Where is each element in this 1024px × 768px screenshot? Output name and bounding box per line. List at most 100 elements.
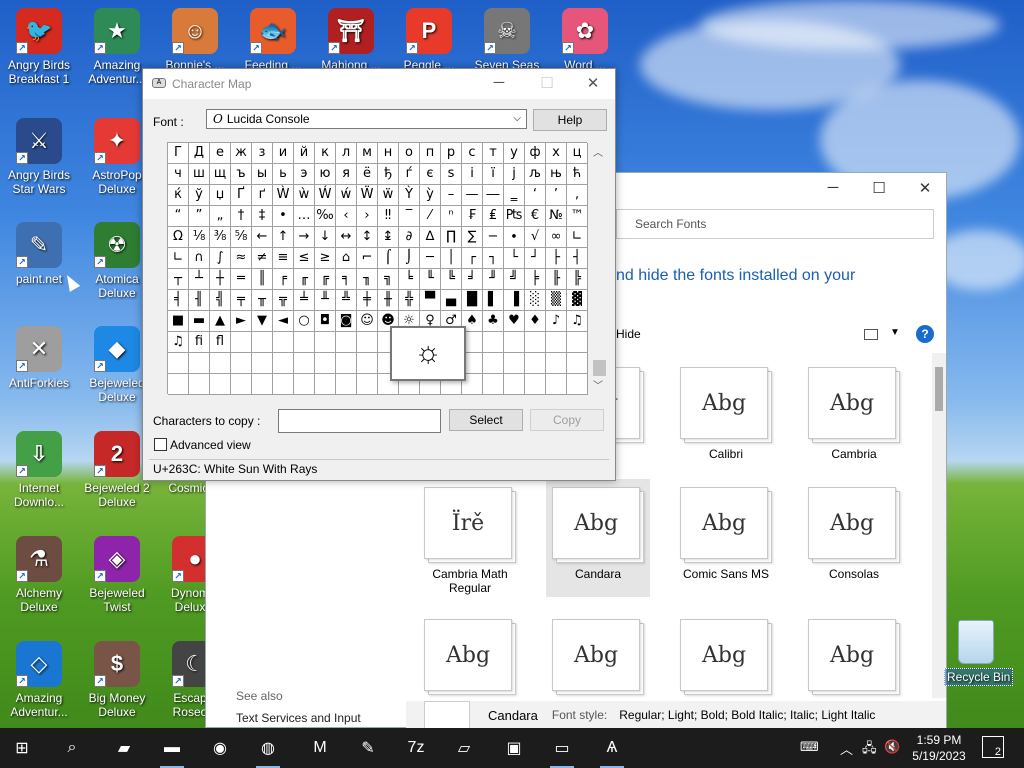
character-cell[interactable] bbox=[315, 353, 336, 374]
close-icon[interactable]: ✕ bbox=[573, 74, 613, 92]
character-cell[interactable]: ‼ bbox=[378, 206, 399, 227]
keyboard-icon[interactable]: ⌨ bbox=[800, 739, 819, 755]
character-cell[interactable] bbox=[252, 332, 273, 353]
character-cell[interactable]: ┤ bbox=[567, 248, 588, 269]
character-cell[interactable]: ╡ bbox=[168, 290, 189, 311]
font-tile[interactable]: Abg Calibri bbox=[674, 359, 778, 477]
character-cell[interactable]: ╝ bbox=[504, 269, 525, 290]
character-cell[interactable]: ж bbox=[231, 143, 252, 164]
character-cell[interactable]: њ bbox=[546, 164, 567, 185]
character-cell[interactable] bbox=[231, 332, 252, 353]
minimize-icon[interactable]: ─ bbox=[479, 74, 519, 91]
character-cell[interactable]: ╠ bbox=[567, 269, 588, 290]
character-cell[interactable]: х bbox=[546, 143, 567, 164]
character-cell[interactable] bbox=[315, 374, 336, 395]
character-cell[interactable]: ↑ bbox=[273, 227, 294, 248]
box-app-icon[interactable]: ▣ bbox=[500, 734, 528, 762]
character-cell[interactable] bbox=[504, 332, 525, 353]
character-grid[interactable]: ГДежзийклмнопрстуфхц чшщъыьэюяёђѓєѕіїјљњћ… bbox=[167, 142, 588, 395]
character-cell[interactable]: у bbox=[504, 143, 525, 164]
character-cell[interactable]: ║ bbox=[252, 269, 273, 290]
character-cell[interactable]: ╗ bbox=[378, 269, 399, 290]
character-cell[interactable]: ─ bbox=[420, 248, 441, 269]
character-cell[interactable]: ⌠ bbox=[378, 248, 399, 269]
character-cell[interactable]: ┌ bbox=[462, 248, 483, 269]
character-cell[interactable]: ╟ bbox=[546, 269, 567, 290]
character-cell[interactable] bbox=[546, 332, 567, 353]
scroll-thumb[interactable] bbox=[593, 360, 606, 376]
character-cell[interactable]: ▌ bbox=[483, 290, 504, 311]
character-cell[interactable]: ∙ bbox=[504, 227, 525, 248]
character-cell[interactable]: † bbox=[231, 206, 252, 227]
character-cell[interactable] bbox=[567, 353, 588, 374]
character-cell[interactable]: о bbox=[399, 143, 420, 164]
app-icon[interactable]: ▰ bbox=[110, 734, 138, 762]
desktop-shortcut[interactable]: ◇ ↗ Amazing Adventur... bbox=[0, 641, 78, 719]
character-cell[interactable] bbox=[294, 353, 315, 374]
font-dropdown[interactable]: O Lucida Console ⌵ bbox=[206, 109, 527, 129]
character-cell[interactable]: ъ bbox=[231, 164, 252, 185]
character-cell[interactable] bbox=[567, 374, 588, 395]
character-cell[interactable]: ∑ bbox=[462, 227, 483, 248]
character-cell[interactable]: ⅝ bbox=[231, 227, 252, 248]
character-cell[interactable]: − bbox=[483, 227, 504, 248]
character-cell[interactable]: ┘ bbox=[525, 248, 546, 269]
search-fonts-input[interactable]: Search Fonts bbox=[616, 209, 934, 239]
chevron-up-icon[interactable]: ︿ bbox=[840, 739, 853, 758]
character-cell[interactable]: ∞ bbox=[546, 227, 567, 248]
character-cell[interactable]: ╙ bbox=[420, 269, 441, 290]
character-cell[interactable] bbox=[336, 332, 357, 353]
help-button[interactable]: Help bbox=[533, 109, 607, 131]
character-cell[interactable]: м bbox=[357, 143, 378, 164]
character-cell[interactable] bbox=[504, 353, 525, 374]
character-cell[interactable]: ≈ bbox=[231, 248, 252, 269]
volume-muted-icon[interactable]: 🔇 bbox=[884, 739, 900, 755]
character-cell[interactable] bbox=[231, 374, 252, 395]
character-cell[interactable]: ♫ bbox=[168, 332, 189, 353]
character-cell[interactable]: ◘ bbox=[315, 311, 336, 332]
character-cell[interactable]: и bbox=[273, 143, 294, 164]
character-cell[interactable] bbox=[525, 374, 546, 395]
desktop-shortcut[interactable]: ⚔ ↗ Angry Birds Star Wars bbox=[0, 118, 78, 196]
character-cell[interactable]: ⌡ bbox=[399, 248, 420, 269]
character-cell[interactable]: і bbox=[462, 164, 483, 185]
advanced-view-checkbox[interactable] bbox=[154, 438, 167, 451]
character-cell[interactable]: ← bbox=[252, 227, 273, 248]
character-cell[interactable] bbox=[273, 353, 294, 374]
character-cell[interactable]: ↔ bbox=[336, 227, 357, 248]
character-cell[interactable]: ẅ bbox=[378, 185, 399, 206]
character-cell[interactable]: п bbox=[420, 143, 441, 164]
character-cell[interactable]: ◄ bbox=[273, 311, 294, 332]
character-cell[interactable]: ‾ bbox=[399, 206, 420, 227]
character-cell[interactable]: ○ bbox=[294, 311, 315, 332]
character-cell[interactable] bbox=[483, 353, 504, 374]
notepad-icon[interactable]: ▱ bbox=[450, 734, 478, 762]
desktop-shortcut[interactable]: ⇩ ↗ Internet Downlo... bbox=[0, 431, 78, 509]
character-cell[interactable]: ╛ bbox=[462, 269, 483, 290]
character-cell[interactable]: ⌐ bbox=[357, 248, 378, 269]
character-cell[interactable]: ‹ bbox=[336, 206, 357, 227]
font-tile[interactable]: Ïrě Cambria Math Regular bbox=[418, 479, 522, 597]
character-cell[interactable]: ▼ bbox=[252, 311, 273, 332]
terminal-icon[interactable]: ▭ bbox=[548, 734, 576, 768]
character-cell[interactable]: ╩ bbox=[336, 290, 357, 311]
character-cell[interactable]: ґ bbox=[252, 185, 273, 206]
character-cell[interactable]: ╞ bbox=[525, 269, 546, 290]
character-cell[interactable]: ₤ bbox=[483, 206, 504, 227]
character-cell[interactable]: ▓ bbox=[567, 290, 588, 311]
character-cell[interactable]: ∟ bbox=[168, 248, 189, 269]
desktop-shortcut[interactable]: ⛩ ↗ Mahjong ... bbox=[312, 8, 390, 72]
character-cell[interactable] bbox=[357, 374, 378, 395]
character-cell[interactable]: ▄ bbox=[441, 290, 462, 311]
character-cell[interactable]: ╬ bbox=[399, 290, 420, 311]
character-cell[interactable]: ‗ bbox=[504, 185, 525, 206]
paint-icon[interactable]: ✎ bbox=[354, 734, 382, 762]
character-cell[interactable]: ⅛ bbox=[189, 227, 210, 248]
character-cell[interactable]: ё bbox=[357, 164, 378, 185]
character-cell[interactable]: ш bbox=[189, 164, 210, 185]
desktop-shortcut[interactable]: ☺ ↗ Bonnie's ... bbox=[156, 8, 234, 72]
character-cell[interactable]: ю bbox=[315, 164, 336, 185]
character-cell[interactable]: ﬁ bbox=[189, 332, 210, 353]
character-cell[interactable] bbox=[252, 353, 273, 374]
character-cell[interactable]: ► bbox=[231, 311, 252, 332]
